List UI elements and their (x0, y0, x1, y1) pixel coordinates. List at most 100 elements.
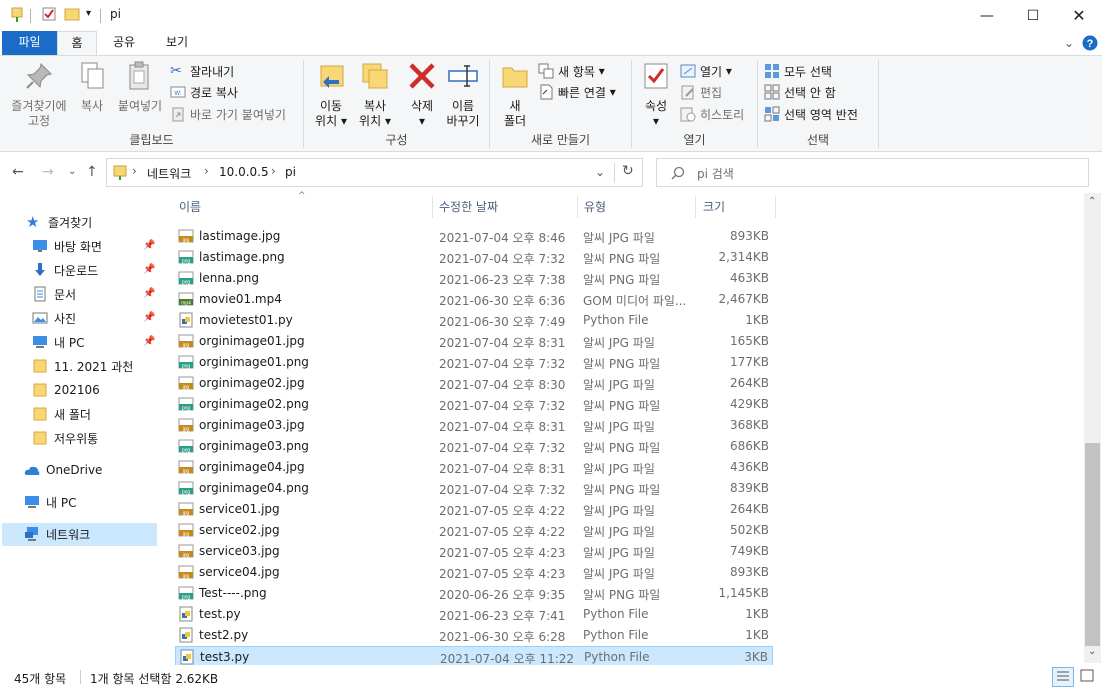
cut-button[interactable]: ✂ 잘라내기 (170, 61, 234, 81)
png-file-icon: png (178, 271, 194, 286)
tab-share[interactable]: 공유 (103, 31, 145, 55)
file-name: orginimage01.jpg (199, 334, 305, 348)
column-name[interactable]: 이름 (179, 198, 201, 215)
file-row[interactable]: test3.py 2021-07-04 오후 11:22 Python File 3K… (175, 646, 773, 667)
recent-locations-button[interactable]: ⌄ (68, 166, 76, 177)
tab-home[interactable]: 홈 (57, 31, 97, 56)
item-count: 45개 항목 (14, 672, 67, 686)
details-view-button[interactable] (1052, 667, 1074, 687)
checklist-icon[interactable] (42, 7, 56, 21)
nav-folder-202106[interactable]: 202106 (32, 379, 100, 401)
open-button[interactable]: 열기 ▾ (680, 61, 732, 81)
copy-button[interactable]: 복사 (74, 60, 110, 114)
refresh-icon[interactable]: ↻ (622, 163, 634, 179)
copy-path-button[interactable]: W: 경로 복사 (170, 82, 238, 102)
file-row[interactable]: jpg service03.jpg 2021-07-05 오후 4:23 알씨 JPG… (175, 541, 773, 562)
rename-button[interactable]: 이름 바꾸기 (442, 60, 484, 129)
file-row[interactable]: jpg service01.jpg 2021-07-05 오후 4:22 알씨 JPG… (175, 499, 773, 520)
file-row[interactable]: png orginimage04.png 2021-07-04 오후 7:32 알씨 … (175, 478, 773, 499)
column-date[interactable]: 수정한 날짜 (439, 198, 498, 215)
nav-thispc[interactable]: 내 PC (24, 491, 76, 513)
nav-pictures[interactable]: 사진 (32, 307, 76, 329)
file-row[interactable]: jpg orginimage04.jpg 2021-07-04 오후 8:31 알씨 … (175, 457, 773, 478)
scroll-up-icon[interactable]: ⌃ (1088, 196, 1096, 207)
properties-button[interactable]: 속성 ▾ (638, 60, 674, 129)
forward-button[interactable]: → (42, 164, 54, 180)
file-row[interactable]: jpg orginimage03.jpg 2021-07-04 오후 8:31 알씨 … (175, 415, 773, 436)
nav-network[interactable]: 네트워크 (24, 523, 90, 545)
file-row[interactable]: jpg service02.jpg 2021-07-05 오후 4:22 알씨 JPG… (175, 520, 773, 541)
nav-mypc-pinned[interactable]: 내 PC (32, 331, 84, 353)
search-box[interactable]: pi 검색 (656, 158, 1089, 187)
file-date: 2021-07-04 오후 8:30 (439, 378, 566, 392)
new-folder-icon[interactable] (64, 7, 80, 21)
nav-folder-zhou[interactable]: 저우위통 (32, 427, 98, 449)
file-name: orginimage04.png (199, 481, 309, 495)
address-bar[interactable]: › 네트워크 › 10.0.0.5 › pi ⌄ ↻ (106, 158, 643, 187)
properties-icon[interactable] (10, 7, 24, 23)
tab-file[interactable]: 파일 (2, 31, 57, 55)
collapse-ribbon-icon[interactable]: ⌄ (1064, 36, 1074, 50)
sort-up-icon: ^ (298, 191, 306, 201)
file-row[interactable]: png lastimage.png 2021-07-04 오후 7:32 알씨 PNG… (175, 247, 773, 268)
file-size: 177KB (729, 355, 769, 369)
nav-downloads[interactable]: 다운로드 (32, 259, 98, 281)
file-row[interactable]: jpg lastimage.jpg 2021-07-04 오후 8:46 알씨 JPG… (175, 226, 773, 247)
close-button[interactable]: ✕ (1056, 0, 1102, 31)
file-row[interactable]: test.py 2021-06-23 오후 7:41 Python File 1KB (175, 604, 773, 625)
file-row[interactable]: png orginimage01.png 2021-07-04 오후 7:32 알씨 … (175, 352, 773, 373)
file-row[interactable]: jpg orginimage02.jpg 2021-07-04 오후 8:30 알씨 … (175, 373, 773, 394)
column-type[interactable]: 유형 (584, 198, 606, 215)
minimize-button[interactable]: — (964, 0, 1010, 31)
jpg-file-icon: jpg (178, 544, 194, 559)
file-row[interactable]: png orginimage02.png 2021-07-04 오후 7:32 알씨 … (175, 394, 773, 415)
move-to-icon (320, 65, 344, 88)
maximize-button[interactable]: ☐ (1010, 0, 1056, 31)
file-row[interactable]: png lenna.png 2021-06-23 오후 7:38 알씨 PNG 파일 4… (175, 268, 773, 289)
file-row[interactable]: mp4 movie01.mp4 2021-06-30 오후 6:36 GOM 미디어 … (175, 289, 773, 310)
file-row[interactable]: movietest01.py 2021-06-30 오후 7:49 Python F… (175, 310, 773, 331)
move-to-button[interactable]: 이동 위치 ▾ (310, 60, 352, 129)
chevron-down-icon[interactable]: ▾ (86, 8, 91, 19)
breadcrumb-host[interactable]: 10.0.0.5 (219, 165, 269, 179)
file-row[interactable]: test2.py 2021-06-30 오후 6:28 Python File 1KB (175, 625, 773, 646)
nav-desktop[interactable]: 바탕 화면 (32, 235, 102, 257)
clipboard-label: 클립보드 (129, 133, 174, 147)
edit-button[interactable]: 편집 (680, 82, 722, 102)
paste-shortcut-button[interactable]: 바로 가기 붙여넣기 (170, 104, 286, 124)
copy-to-button[interactable]: 복사 위치 ▾ (354, 60, 396, 129)
nav-documents[interactable]: 문서 (32, 283, 76, 305)
column-size[interactable]: 크기 (703, 198, 725, 215)
address-dropdown-icon[interactable]: ⌄ (595, 165, 605, 179)
scroll-down-icon[interactable]: ⌄ (1088, 646, 1096, 657)
up-button[interactable]: ↑ (86, 164, 98, 180)
paste-button[interactable]: 붙여넣기 (114, 60, 166, 114)
file-row[interactable]: jpg orginimage01.jpg 2021-07-04 오후 8:31 알씨 … (175, 331, 773, 352)
new-folder-button[interactable]: 새 폴더 (498, 60, 532, 129)
select-none-button[interactable]: 선택 안 함 (764, 82, 836, 102)
pin-quick-access-button[interactable]: 즐겨찾기에 고정 (6, 60, 72, 129)
help-icon[interactable]: ? (1082, 35, 1098, 51)
delete-button[interactable]: 삭제 ▾ (404, 60, 440, 129)
easy-access-button[interactable]: 빠른 연결 ▾ (538, 82, 616, 102)
file-row[interactable]: png orginimage03.png 2021-07-04 오후 7:32 알씨 … (175, 436, 773, 457)
history-button[interactable]: 히스토리 (680, 104, 744, 124)
scroll-thumb[interactable] (1085, 443, 1100, 646)
breadcrumb-network[interactable]: 네트워크 (147, 165, 191, 182)
svg-text:?: ? (1087, 38, 1094, 50)
large-icons-button[interactable] (1077, 667, 1099, 687)
back-button[interactable]: ← (12, 164, 24, 180)
breadcrumb-pi[interactable]: pi (285, 165, 296, 179)
nav-onedrive[interactable]: OneDrive (24, 459, 102, 481)
file-date: 2021-07-04 오후 7:32 (439, 252, 566, 266)
nav-quick-access[interactable]: ★ 즐겨찾기 (26, 211, 92, 233)
file-row[interactable]: png Test----.png 2020-06-26 오후 9:35 알씨 PNG … (175, 583, 773, 604)
nav-folder-2021[interactable]: 11. 2021 과천 (32, 355, 133, 377)
tab-view[interactable]: 보기 (155, 31, 199, 55)
new-item-button[interactable]: 새 항목 ▾ (538, 61, 605, 81)
vertical-scrollbar[interactable]: ⌃ ⌄ (1084, 193, 1101, 663)
invert-selection-button[interactable]: 선택 영역 반전 (764, 104, 858, 124)
select-all-button[interactable]: 모두 선택 (764, 61, 832, 81)
file-row[interactable]: jpg service04.jpg 2021-07-05 오후 4:23 알씨 JPG… (175, 562, 773, 583)
nav-folder-new[interactable]: 새 폴더 (32, 403, 91, 425)
